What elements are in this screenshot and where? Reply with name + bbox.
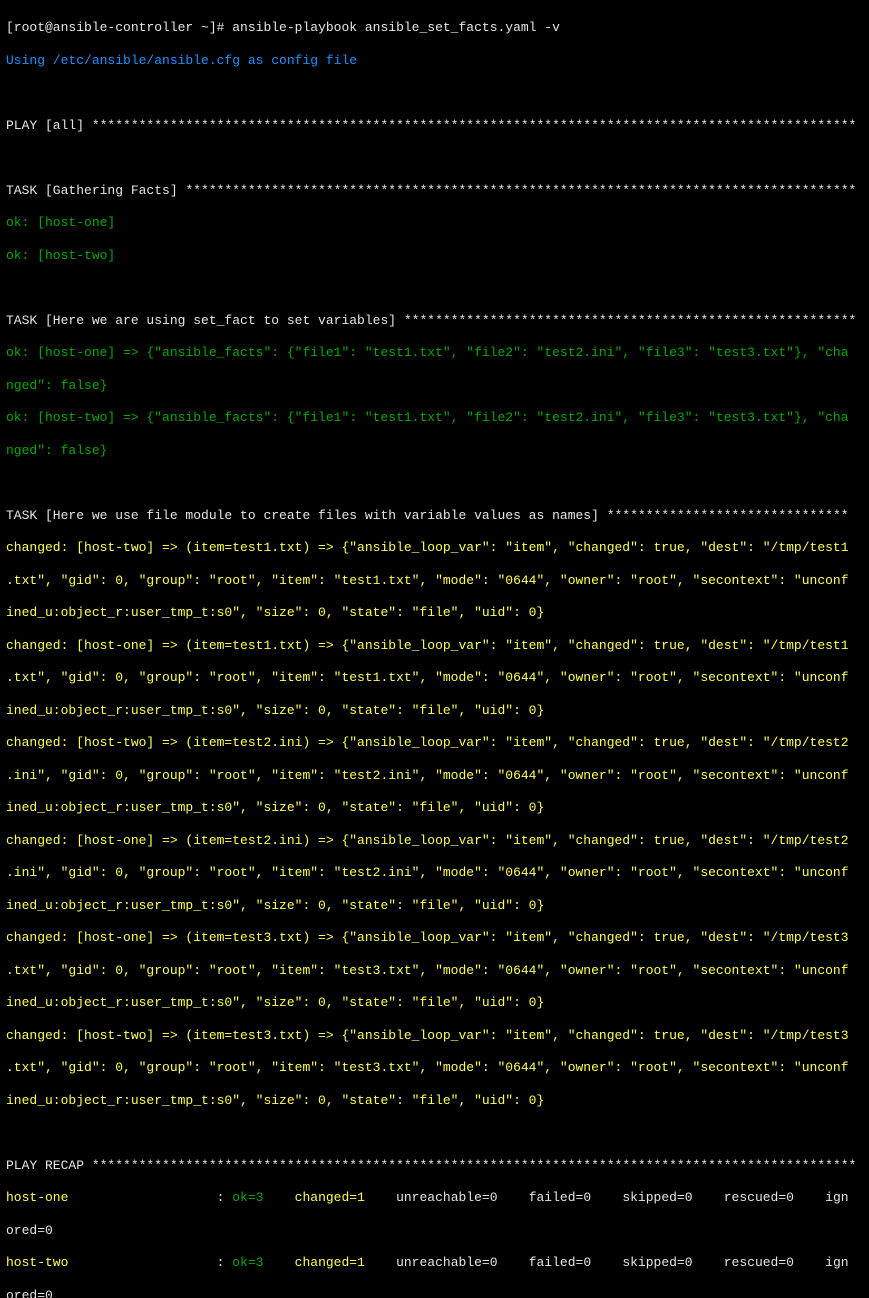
changed-line: changed: [host-one] => (item=test3.txt) … (6, 930, 863, 946)
blank (6, 280, 863, 296)
task-file-header: TASK [Here we use file module to create … (6, 508, 863, 524)
ok-prefix: ok: [host-two] (6, 410, 115, 425)
task-label: TASK [Here we are using set_fact to set … (6, 313, 404, 328)
changed-line: ined_u:object_r:user_tmp_t:s0", "size": … (6, 898, 863, 914)
stars-icon: ****************************************… (185, 183, 856, 198)
recap-ok: ok=3 (232, 1255, 287, 1270)
changed-line: .txt", "gid": 0, "group": "root", "item"… (6, 1060, 863, 1076)
setfact-host-two: ok: [host-two] => {"ansible_facts": {"fi… (6, 410, 863, 426)
blank (6, 1125, 863, 1141)
recap-rest: unreachable=0 failed=0 skipped=0 rescued… (388, 1255, 848, 1270)
recap-sep: : (68, 1190, 232, 1205)
recap-host-one-wrap: ored=0 (6, 1223, 863, 1239)
changed-line: changed: [host-two] => (item=test1.txt) … (6, 540, 863, 556)
changed-line: changed: [host-one] => (item=test1.txt) … (6, 638, 863, 654)
prompt-command: ansible-playbook ansible_set_facts.yaml … (232, 20, 560, 35)
recap-host-two-wrap: ored=0 (6, 1288, 863, 1298)
setfact-host-two-wrap: nged": false} (6, 443, 863, 459)
changed-line: ined_u:object_r:user_tmp_t:s0", "size": … (6, 800, 863, 816)
stars-icon: ****************************************… (92, 118, 857, 133)
recap-rest: unreachable=0 failed=0 skipped=0 rescued… (388, 1190, 848, 1205)
changed-line: ined_u:object_r:user_tmp_t:s0", "size": … (6, 703, 863, 719)
json-body: => {"ansible_facts": {"file1": "test1.tx… (115, 345, 848, 360)
changed-line: .ini", "gid": 0, "group": "root", "item"… (6, 865, 863, 881)
config-file-line: Using /etc/ansible/ansible.cfg as config… (6, 53, 863, 69)
prompt-line: [root@ansible-controller ~]# ansible-pla… (6, 20, 863, 36)
task-setfact-header: TASK [Here we are using set_fact to set … (6, 313, 863, 329)
prompt-user: [root@ansible-controller ~]# (6, 20, 224, 35)
changed-line: .txt", "gid": 0, "group": "root", "item"… (6, 573, 863, 589)
changed-line: .ini", "gid": 0, "group": "root", "item"… (6, 768, 863, 784)
recap-host-one: host-one : ok=3 changed=1 unreachable=0 … (6, 1190, 863, 1206)
changed-line: ined_u:object_r:user_tmp_t:s0", "size": … (6, 995, 863, 1011)
play-recap-header: PLAY RECAP *****************************… (6, 1158, 863, 1174)
blank (6, 475, 863, 491)
task-label: TASK [Gathering Facts] (6, 183, 185, 198)
ok-host-one: ok: [host-one] (6, 215, 863, 231)
setfact-host-one: ok: [host-one] => {"ansible_facts": {"fi… (6, 345, 863, 361)
recap-hostname: host-two (6, 1255, 68, 1270)
play-label: PLAY [all] (6, 118, 92, 133)
recap-changed: changed=1 (287, 1190, 388, 1205)
changed-line: changed: [host-two] => (item=test3.txt) … (6, 1028, 863, 1044)
recap-sep: : (68, 1255, 232, 1270)
task-gathering-header: TASK [Gathering Facts] *****************… (6, 183, 863, 199)
recap-changed: changed=1 (287, 1255, 388, 1270)
play-header: PLAY [all] *****************************… (6, 118, 863, 134)
recap-ok: ok=3 (232, 1190, 287, 1205)
task-label: TASK [Here we use file module to create … (6, 508, 607, 523)
recap-host-two: host-two : ok=3 changed=1 unreachable=0 … (6, 1255, 863, 1271)
json-body: => {"ansible_facts": {"file1": "test1.tx… (115, 410, 848, 425)
changed-line: .txt", "gid": 0, "group": "root", "item"… (6, 670, 863, 686)
stars-icon: ******************************* (607, 508, 849, 523)
terminal-output[interactable]: [root@ansible-controller ~]# ansible-pla… (0, 0, 869, 1298)
ok-host-two: ok: [host-two] (6, 248, 863, 264)
changed-line: ined_u:object_r:user_tmp_t:s0", "size": … (6, 605, 863, 621)
stars-icon: ****************************************… (404, 313, 856, 328)
setfact-host-one-wrap: nged": false} (6, 378, 863, 394)
blank (6, 85, 863, 101)
changed-line: changed: [host-one] => (item=test2.ini) … (6, 833, 863, 849)
changed-line: changed: [host-two] => (item=test2.ini) … (6, 735, 863, 751)
stars-icon: ****************************************… (92, 1158, 857, 1173)
recap-hostname: host-one (6, 1190, 68, 1205)
ok-prefix: ok: [host-one] (6, 345, 115, 360)
recap-label: PLAY RECAP (6, 1158, 92, 1173)
blank (6, 150, 863, 166)
changed-line: ined_u:object_r:user_tmp_t:s0", "size": … (6, 1093, 863, 1109)
changed-line: .txt", "gid": 0, "group": "root", "item"… (6, 963, 863, 979)
